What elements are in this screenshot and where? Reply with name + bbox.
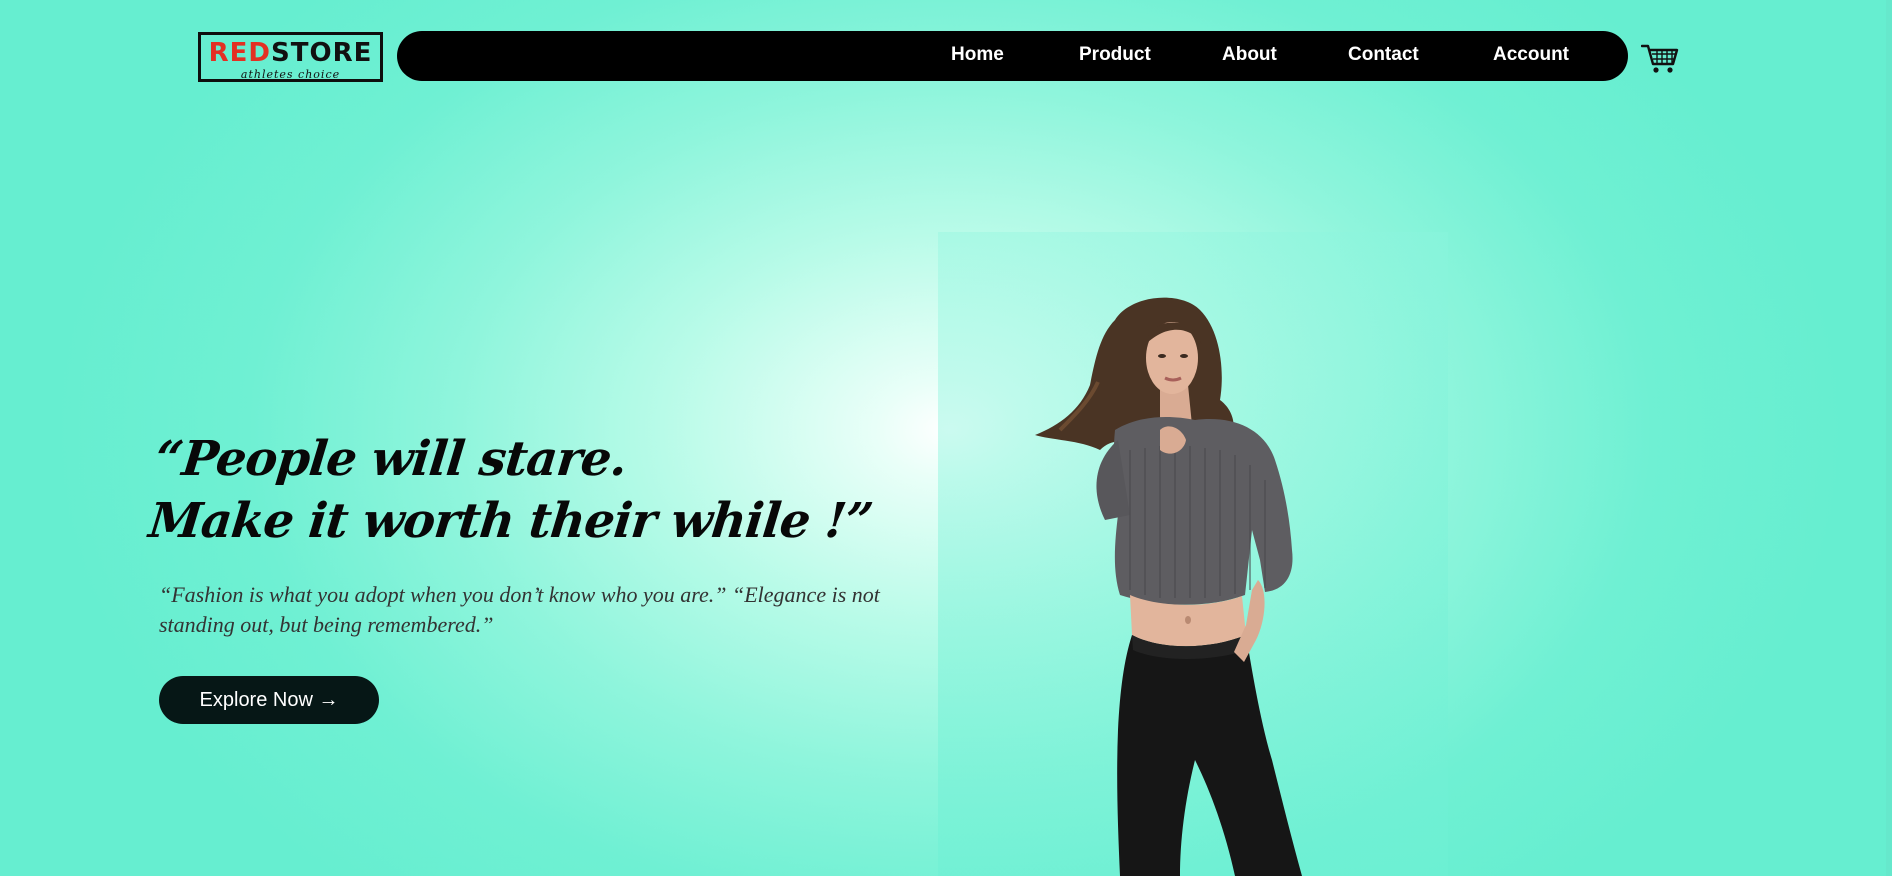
logo-wordmark: REDSTORE	[201, 38, 380, 68]
hero-headline-line-2: Make it worth their while !”	[146, 493, 875, 549]
explore-now-button[interactable]: Explore Now →	[159, 676, 379, 724]
nav-item-contact[interactable]: Contact	[1348, 44, 1419, 66]
hero-quote: “Fashion is what you adopt when you don’…	[159, 582, 880, 637]
nav-item-account[interactable]: Account	[1493, 44, 1569, 66]
main-nav: Home Product About Contact Account	[397, 31, 1628, 81]
hero-headline: “People will stare. Make it worth their …	[146, 428, 919, 552]
logo-word-black: STORE	[271, 38, 373, 68]
logo-tagline: athletes choice	[240, 68, 341, 81]
logo-word-red: RED	[208, 38, 271, 68]
shopping-cart-icon[interactable]	[1640, 42, 1679, 76]
brand-logo[interactable]: REDSTORE athletes choice	[198, 32, 383, 82]
nav-item-product[interactable]: Product	[1079, 44, 1151, 66]
nav-item-home[interactable]: Home	[951, 44, 1004, 66]
nav-item-about[interactable]: About	[1222, 44, 1277, 66]
hero-headline-line-1: “People will stare.	[152, 431, 630, 487]
hero-model-image	[1020, 290, 1390, 876]
scrollbar-track[interactable]	[1886, 0, 1892, 876]
